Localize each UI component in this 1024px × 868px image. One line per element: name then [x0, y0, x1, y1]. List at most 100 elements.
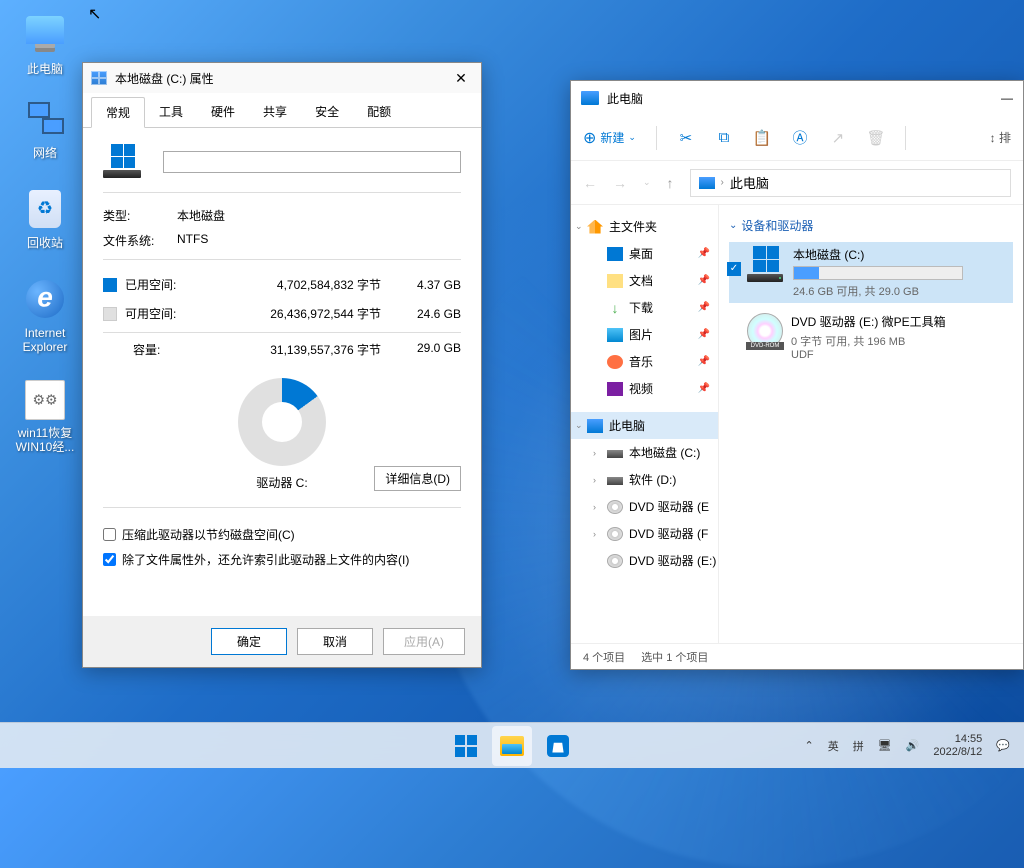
tree-dvd-e[interactable]: ›DVD 驱动器 (E	[571, 493, 718, 520]
drive-sub: 24.6 GB 可用, 共 29.0 GB	[793, 283, 1009, 299]
drive-sub: 0 字节 可用, 共 196 MB	[791, 333, 1009, 349]
tree-home[interactable]: ⌄主文件夹	[571, 213, 718, 240]
tree-music[interactable]: 音乐📌	[571, 348, 718, 375]
ime-indicator[interactable]: 英	[828, 738, 839, 754]
desktop-icon-recycle[interactable]: 回收站	[10, 190, 80, 250]
free-swatch	[103, 307, 117, 321]
details-button[interactable]: 详细信息(D)	[374, 466, 461, 491]
properties-dialog: 本地磁盘 (C:) 属性 ✕ 常规 工具 硬件 共享 安全 配额 类型:本地磁盘…	[82, 62, 482, 668]
usage-donut	[238, 378, 326, 466]
rename-icon[interactable]: Ⓐ	[791, 129, 809, 147]
drive-icon	[747, 246, 785, 284]
drive-icon	[103, 144, 143, 180]
item-count: 4 个项目	[583, 649, 625, 665]
type-label: 类型:	[103, 207, 177, 224]
tree-desktop[interactable]: 桌面📌	[571, 240, 718, 267]
taskbar-explorer[interactable]	[492, 726, 532, 766]
tree-drive-c[interactable]: ›本地磁盘 (C:)	[571, 439, 718, 466]
index-checkbox[interactable]: 除了文件属性外，还允许索引此驱动器上文件的内容(I)	[103, 547, 461, 572]
network-icon[interactable]: 🖥	[878, 739, 892, 752]
free-label: 可用空间:	[125, 305, 193, 322]
capacity-gb: 29.0 GB	[401, 341, 461, 358]
tray-chevron-icon[interactable]: ⌃	[804, 739, 813, 752]
copy-icon[interactable]: ⧉	[715, 129, 733, 147]
back-button[interactable]: ←	[583, 175, 597, 191]
capacity-bytes: 31,139,557,376 字节	[201, 341, 401, 358]
desktop-icon-thispc[interactable]: 此电脑	[10, 10, 80, 76]
explorer-navbar: ← → ⌄ ↑ › 此电脑	[571, 161, 1023, 205]
free-gb: 24.6 GB	[401, 307, 461, 321]
delete-icon[interactable]: 🗑	[867, 129, 885, 147]
drive-icon	[91, 71, 107, 85]
nav-chevron[interactable]: ⌄	[643, 177, 651, 188]
clock[interactable]: 14:55 2022/8/12	[933, 733, 982, 759]
label: InternetExplorer	[10, 326, 80, 354]
drive-fs: UDF	[791, 349, 1009, 361]
tree-downloads[interactable]: ↓下载📌	[571, 294, 718, 321]
sort-button[interactable]: ↕ 排	[990, 129, 1011, 146]
section-devices[interactable]: 设备和驱动器	[729, 217, 1013, 234]
window-icon	[581, 91, 599, 105]
dialog-titlebar[interactable]: 本地磁盘 (C:) 属性 ✕	[83, 63, 481, 93]
dvd-icon	[747, 313, 783, 349]
label: 回收站	[10, 236, 80, 250]
selection-count: 选中 1 个项目	[641, 649, 708, 665]
taskbar: ⌃ 英 拼 🖥 🔊 14:55 2022/8/12 💬	[0, 722, 1024, 768]
explorer-titlebar[interactable]: 此电脑 —	[571, 81, 1023, 115]
tree-thispc[interactable]: ⌄此电脑	[571, 412, 718, 439]
apply-button[interactable]: 应用(A)	[383, 628, 465, 655]
share-icon[interactable]: ↗	[829, 129, 847, 147]
cut-icon[interactable]: ✂	[677, 129, 695, 147]
drive-label-input[interactable]	[163, 151, 461, 173]
ime-mode[interactable]: 拼	[853, 738, 864, 754]
fs-value: NTFS	[177, 232, 208, 249]
tree-videos[interactable]: 视频📌	[571, 375, 718, 402]
tree-dvd-e2[interactable]: DVD 驱动器 (E:)	[571, 547, 718, 574]
navigation-tree: ⌄主文件夹 桌面📌 文档📌 ↓下载📌 图片📌 音乐📌 视频📌 ⌄此电脑 ›本地磁…	[571, 205, 719, 643]
tree-dvd-f[interactable]: ›DVD 驱动器 (F	[571, 520, 718, 547]
desktop-icon-network[interactable]: 网络	[10, 100, 80, 160]
address-bar[interactable]: › 此电脑	[690, 169, 1011, 197]
system-tray: ⌃ 英 拼 🖥 🔊 14:55 2022/8/12 💬	[804, 733, 1024, 759]
cancel-button[interactable]: 取消	[297, 628, 373, 655]
volume-icon[interactable]: 🔊	[906, 739, 920, 752]
explorer-content: 设备和驱动器 本地磁盘 (C:) 24.6 GB 可用, 共 29.0 GB	[719, 205, 1023, 643]
tree-pictures[interactable]: 图片📌	[571, 321, 718, 348]
drive-c-item[interactable]: 本地磁盘 (C:) 24.6 GB 可用, 共 29.0 GB	[729, 242, 1013, 303]
desktop-icon-script[interactable]: win11恢复WIN10经...	[10, 380, 80, 454]
paste-icon[interactable]: 📋	[753, 129, 771, 147]
label: win11恢复WIN10经...	[10, 426, 80, 454]
tree-documents[interactable]: 文档📌	[571, 267, 718, 294]
compress-checkbox[interactable]: 压缩此驱动器以节约磁盘空间(C)	[103, 522, 461, 547]
close-button[interactable]: ✕	[449, 70, 473, 87]
forward-button[interactable]: →	[613, 175, 627, 191]
type-value: 本地磁盘	[177, 207, 225, 224]
minimize-button[interactable]: —	[1001, 91, 1013, 105]
used-label: 已用空间:	[125, 276, 193, 293]
dialog-title: 本地磁盘 (C:) 属性	[115, 70, 214, 87]
tab-security[interactable]: 安全	[301, 97, 353, 127]
pc-icon	[699, 177, 715, 189]
desktop-icon-ie[interactable]: InternetExplorer	[10, 280, 80, 354]
tab-general[interactable]: 常规	[91, 97, 145, 128]
tab-tools[interactable]: 工具	[145, 97, 197, 127]
taskbar-store[interactable]	[538, 726, 578, 766]
new-button[interactable]: 新建 ⌄	[583, 128, 636, 148]
fs-label: 文件系统:	[103, 232, 177, 249]
used-gb: 4.37 GB	[401, 278, 461, 292]
checkbox-icon[interactable]	[727, 262, 741, 276]
ok-button[interactable]: 确定	[211, 628, 287, 655]
usage-bar	[793, 266, 963, 280]
tree-drive-d[interactable]: ›软件 (D:)	[571, 466, 718, 493]
status-bar: 4 个项目 选中 1 个项目	[571, 643, 1023, 669]
drive-name: 本地磁盘 (C:)	[793, 246, 1009, 263]
tab-quota[interactable]: 配额	[353, 97, 405, 127]
tab-strip: 常规 工具 硬件 共享 安全 配额	[83, 93, 481, 128]
dvd-e-item[interactable]: DVD 驱动器 (E:) 微PE工具箱 0 字节 可用, 共 196 MB UD…	[729, 309, 1013, 365]
tab-sharing[interactable]: 共享	[249, 97, 301, 127]
notifications-icon[interactable]: 💬	[996, 739, 1010, 752]
up-button[interactable]: ↑	[667, 175, 674, 191]
explorer-window: 此电脑 — 新建 ⌄ ✂ ⧉ 📋 Ⓐ ↗ 🗑 ↕ 排 ← → ⌄ ↑ › 此	[570, 80, 1024, 670]
start-button[interactable]	[446, 726, 486, 766]
tab-hardware[interactable]: 硬件	[197, 97, 249, 127]
